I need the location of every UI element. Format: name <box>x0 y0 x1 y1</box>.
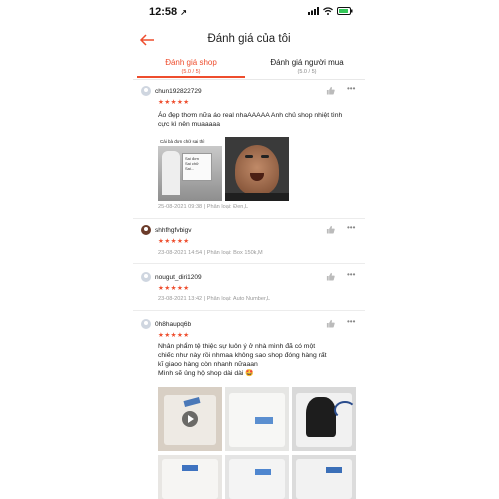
image-caption: Cái bà đơn chữ sai thì <box>158 137 222 146</box>
rating-stars: ★★★★★ <box>158 99 190 106</box>
review-tabs: Đánh giá shop (5.0 / 5) Đánh giá người m… <box>133 55 365 80</box>
review-comment: Áo đẹp thơm nữa áo real nhaAAAAA Anh chủ… <box>158 112 343 128</box>
reviewer-name[interactable]: chun192822729 <box>155 88 202 95</box>
review-header: nougut_diri1209 <box>141 272 202 282</box>
tab-shop-reviews[interactable]: Đánh giá shop (5.0 / 5) <box>133 58 249 76</box>
phone-screen: 12:58 ↗ Đánh giá của tôi Đánh giá shop (… <box>133 0 365 499</box>
review-image[interactable]: Cái bà đơn chữ sai thì Sai đơn Sai chữ S… <box>158 137 222 201</box>
more-icon[interactable]: ••• <box>347 270 355 279</box>
comment-line: Mình sẽ ủng hộ shop dài dài 🤩 <box>158 370 254 377</box>
review-image[interactable] <box>158 455 222 499</box>
avatar[interactable] <box>141 272 151 282</box>
review-image[interactable] <box>225 455 289 499</box>
review-header: shhfhgfvbigv <box>141 225 192 235</box>
review-item: shhfhgfvbigv ★★★★★ ••• 23-08-2021 14:54 … <box>133 219 365 264</box>
status-icons <box>308 7 353 15</box>
more-icon[interactable]: ••• <box>347 317 355 326</box>
review-header: 0h8haupq6b <box>141 319 191 329</box>
avatar[interactable] <box>141 319 151 329</box>
signal-icon <box>308 7 319 15</box>
avatar[interactable] <box>141 225 151 235</box>
thumbs-up-icon[interactable] <box>326 272 335 281</box>
more-icon[interactable]: ••• <box>347 84 355 93</box>
review-item: chun192822729 ★★★★★ ••• Áo đẹp thơm nữa … <box>133 80 365 219</box>
thumbs-up-icon[interactable] <box>326 86 335 95</box>
thumbs-up-icon[interactable] <box>326 225 335 234</box>
avatar[interactable] <box>141 86 151 96</box>
wifi-icon <box>323 7 333 15</box>
review-image[interactable] <box>225 387 289 451</box>
comment-line: kĩ giaoo hàng còn nhanh nữaaan <box>158 361 258 368</box>
active-tab-indicator <box>137 76 245 78</box>
status-bar: 12:58 ↗ <box>133 0 365 26</box>
comment-line: Nhân phẩm tệ thiệc sự luôn ý ở nhà mình … <box>158 343 316 350</box>
reviewer-name[interactable]: nougut_diri1209 <box>155 274 202 281</box>
reviewer-name[interactable]: 0h8haupq6b <box>155 321 191 328</box>
nav-bar: Đánh giá của tôi <box>133 26 365 54</box>
review-meta: 23-08-2021 13:42 | Phân loại: Auto Numbe… <box>158 296 271 302</box>
rating-stars: ★★★★★ <box>158 238 190 245</box>
review-image[interactable] <box>292 387 356 451</box>
battery-icon <box>337 7 353 15</box>
page-title: Đánh giá của tôi <box>207 33 291 45</box>
review-meta: 25-08-2021 09:38 | Phân loại: Đen,L <box>158 204 249 210</box>
tab-buyer-reviews[interactable]: Đánh giá người mua (5.0 / 5) <box>249 58 365 76</box>
review-meta: 23-08-2021 14:54 | Phân loại: Box 150k,M <box>158 250 263 256</box>
review-item: nougut_diri1209 ★★★★★ ••• 23-08-2021 13:… <box>133 264 365 311</box>
review-header: chun192822729 <box>141 86 202 96</box>
review-item: 0h8haupq6b ★★★★★ ••• Nhân phẩm tệ thiệc … <box>133 311 365 499</box>
thumbs-up-icon[interactable] <box>326 319 335 328</box>
rating-stars: ★★★★★ <box>158 332 190 339</box>
comment-line: chiếc như này rồi nhmaa không sao shop đ… <box>158 352 327 359</box>
more-icon[interactable]: ••• <box>347 223 355 232</box>
rating-stars: ★★★★★ <box>158 285 190 292</box>
review-video-thumbnail[interactable] <box>158 387 222 451</box>
review-comment: Nhân phẩm tệ thiệc sự luôn ý ở nhà mình … <box>158 342 353 378</box>
review-image[interactable] <box>225 137 289 201</box>
status-time: 12:58 ↗ <box>149 6 187 18</box>
play-icon[interactable] <box>182 411 198 427</box>
image-sign-text: Sai đơn Sai chữ Sai... <box>182 153 212 181</box>
review-image[interactable] <box>292 455 356 499</box>
reviewer-name[interactable]: shhfhgfvbigv <box>155 227 192 234</box>
